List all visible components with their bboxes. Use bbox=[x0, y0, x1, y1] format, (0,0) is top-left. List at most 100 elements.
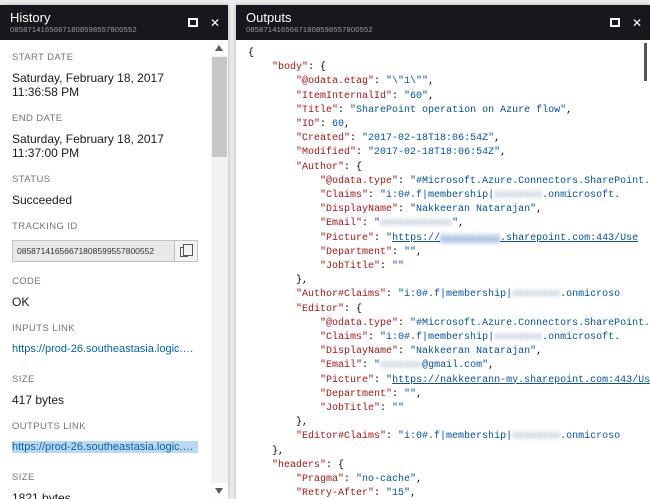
scroll-down-icon[interactable] bbox=[211, 483, 228, 499]
scrollbar-thumb[interactable] bbox=[212, 57, 227, 157]
json-key: "DisplayName" bbox=[320, 346, 398, 357]
tracking-id-field[interactable]: 08587141656671808599557800552 bbox=[12, 240, 175, 262]
json-key: "Email" bbox=[320, 218, 362, 229]
json-token: "60" bbox=[404, 91, 428, 102]
run-details-screen: History 08587141656671808598557800552 ✕ … bbox=[0, 0, 650, 499]
json-token: "2017-02-18T18:06:54Z" bbox=[362, 133, 494, 144]
json-token: "" bbox=[392, 261, 404, 272]
redacted-text: xxxxxxxx bbox=[494, 332, 542, 343]
json-code: { "body": { "@odata.etag": "\"1\"", "Ite… bbox=[248, 47, 638, 499]
json-token: : bbox=[380, 261, 392, 272]
json-token: , bbox=[344, 119, 350, 130]
json-token: }, bbox=[248, 446, 284, 457]
inputs-link-value[interactable]: https://prod-26.southeastasia.logic.azur… bbox=[12, 343, 198, 355]
code-line: "@odata.type": "#Microsoft.Azure.Connect… bbox=[248, 175, 638, 189]
json-key: "headers" bbox=[272, 460, 326, 471]
field-inputs-link: INPUTS LINKhttps://prod-26.southeastasia… bbox=[12, 323, 198, 360]
json-token bbox=[248, 105, 296, 116]
json-token bbox=[248, 62, 272, 73]
maximize-icon[interactable] bbox=[188, 18, 198, 27]
json-token: , bbox=[488, 360, 494, 371]
history-fields: START DATE Saturday, February 18, 2017 11… bbox=[12, 52, 198, 499]
code-line: "Email": "xxxxxxx@gmail.com", bbox=[248, 359, 638, 373]
json-token: : bbox=[380, 403, 392, 414]
json-token bbox=[248, 119, 296, 130]
json-token: : bbox=[374, 488, 386, 499]
json-key: "Modified" bbox=[296, 147, 356, 158]
json-token: : bbox=[368, 190, 380, 201]
json-token: : bbox=[398, 346, 410, 357]
json-token: , bbox=[428, 91, 434, 102]
code-line: "DisplayName": "Nakkeeran Natarajan", bbox=[248, 345, 638, 359]
code-line: "@odata.type": "#Microsoft.Azure.Connect… bbox=[248, 317, 638, 331]
field-status: STATUSSucceeded bbox=[12, 174, 198, 207]
json-token: : bbox=[356, 147, 368, 158]
json-token: : { bbox=[344, 304, 362, 315]
json-key: "JobTitle" bbox=[320, 403, 380, 414]
json-token: : bbox=[398, 204, 410, 215]
json-token: "SharePoint operation on Azure flow" bbox=[350, 105, 566, 116]
json-token: : bbox=[374, 76, 386, 87]
json-token bbox=[248, 474, 296, 485]
code-line: { bbox=[248, 47, 638, 61]
json-token: , bbox=[494, 133, 500, 144]
json-token bbox=[248, 460, 272, 471]
json-token: }, bbox=[248, 275, 308, 286]
copy-button[interactable] bbox=[175, 240, 198, 262]
code-line: "Created": "2017-02-18T18:06:54Z", bbox=[248, 132, 638, 146]
json-key: "@odata.type" bbox=[320, 318, 398, 329]
field-label: SIZE bbox=[12, 472, 198, 483]
json-token: .onmicroso bbox=[560, 431, 620, 442]
code-line: "Email": "xxxxxxxxxxxx", bbox=[248, 217, 638, 231]
code-line: "headers": { bbox=[248, 459, 638, 473]
field-code: CODEOK bbox=[12, 276, 198, 309]
url-link[interactable]: .sharepoint.com:443/Use bbox=[500, 233, 638, 244]
json-token bbox=[248, 346, 320, 357]
json-token bbox=[248, 289, 296, 300]
json-token: : { bbox=[344, 162, 362, 173]
code-line: "DisplayName": "Nakkeeran Natarajan", bbox=[248, 203, 638, 217]
history-panel-header: History 08587141656671808598557800552 ✕ bbox=[0, 5, 228, 40]
json-token: , bbox=[500, 147, 506, 158]
history-scrollbar[interactable] bbox=[211, 40, 228, 499]
json-token bbox=[248, 261, 320, 272]
field-value: Saturday, February 18, 2017 11:36:58 PM bbox=[12, 71, 198, 99]
json-token: "Nakkeeran Natarajan" bbox=[410, 204, 536, 215]
json-token: , bbox=[566, 105, 572, 116]
json-token: , bbox=[416, 389, 422, 400]
json-token: , bbox=[458, 218, 464, 229]
json-token bbox=[248, 375, 320, 386]
redacted-text: xxxxxxxx bbox=[494, 190, 542, 201]
code-line: "Title": "SharePoint operation on Azure … bbox=[248, 104, 638, 118]
url-link[interactable]: https://nakkeerann-my.sharepoint.com:443… bbox=[392, 375, 650, 386]
json-token: "" bbox=[392, 403, 404, 414]
field-value: Saturday, February 18, 2017 11:37:00 PM bbox=[12, 132, 198, 160]
redacted-text: xxxxxxx bbox=[380, 360, 422, 371]
field-size: SIZE417 bytes bbox=[12, 374, 198, 407]
json-key: "Pragma" bbox=[296, 474, 344, 485]
outputs-scrollbar-thumb[interactable] bbox=[644, 43, 647, 81]
json-token bbox=[248, 332, 320, 343]
close-icon[interactable]: ✕ bbox=[210, 17, 220, 29]
json-key: "Author#Claims" bbox=[296, 289, 386, 300]
scroll-up-icon[interactable] bbox=[211, 40, 228, 56]
field-value: Succeeded bbox=[12, 193, 198, 207]
json-token: .onmicrosoft. bbox=[542, 332, 620, 343]
url-link[interactable]: https:// bbox=[392, 233, 440, 244]
json-token: "" bbox=[404, 389, 416, 400]
code-line: "@odata.etag": "\"1\"", bbox=[248, 75, 638, 89]
json-key: "Author" bbox=[296, 162, 344, 173]
json-token: : bbox=[386, 431, 398, 442]
url-link[interactable]: xxxxxxxxxx bbox=[440, 233, 500, 244]
code-line: "Author": { bbox=[248, 161, 638, 175]
json-token bbox=[248, 233, 320, 244]
json-token: "15" bbox=[386, 488, 410, 499]
close-icon[interactable]: ✕ bbox=[632, 17, 642, 29]
json-key: "Email" bbox=[320, 360, 362, 371]
maximize-icon[interactable] bbox=[610, 18, 620, 27]
outputs-link-value[interactable]: https://prod-26.southeastasia.logic.azur… bbox=[12, 441, 198, 453]
code-line: "JobTitle": "" bbox=[248, 402, 638, 416]
code-line: "Picture": "https://xxxxxxxxxx.sharepoin… bbox=[248, 232, 638, 246]
code-line: "Editor": { bbox=[248, 303, 638, 317]
field-label: START DATE bbox=[12, 52, 198, 63]
